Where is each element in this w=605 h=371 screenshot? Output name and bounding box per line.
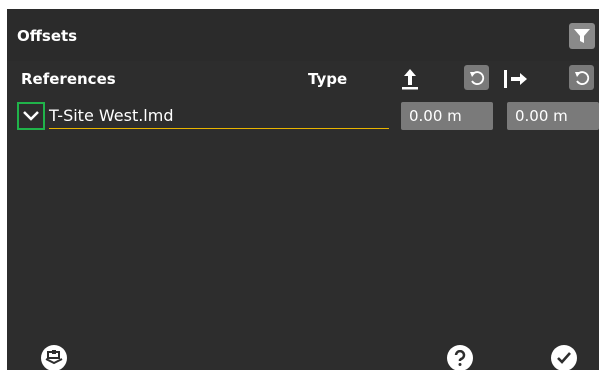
horizontal-offset-input[interactable]: 0.00 m	[507, 102, 599, 130]
references-column-header: References	[21, 70, 116, 88]
help-button[interactable]	[447, 345, 473, 371]
reference-name[interactable]: T-Site West.lmd	[49, 106, 174, 125]
undo-icon	[574, 70, 589, 85]
type-column-header: Type	[308, 70, 348, 88]
check-icon	[557, 352, 571, 364]
filter-icon	[574, 29, 590, 43]
arrow-up-icon	[402, 69, 418, 90]
filter-button[interactable]	[569, 23, 595, 49]
offsets-panel: Offsets References Type T-Site West.lmd …	[7, 9, 599, 371]
confirm-button[interactable]	[551, 345, 577, 371]
header-bar: Offsets	[7, 9, 599, 61]
layers-icon	[45, 350, 63, 365]
expand-toggle[interactable]	[17, 102, 45, 130]
layers-button[interactable]	[41, 345, 67, 371]
vertical-offset-input[interactable]: 0.00 m	[401, 102, 493, 130]
chevron-down-icon	[23, 111, 39, 121]
arrow-right-icon	[504, 70, 527, 88]
reset-horizontal-offset-button[interactable]	[569, 65, 594, 90]
page-title: Offsets	[17, 27, 78, 45]
reset-vertical-offset-button[interactable]	[464, 65, 489, 90]
reference-underline	[49, 128, 389, 129]
undo-icon	[469, 70, 484, 85]
question-icon	[454, 350, 466, 366]
